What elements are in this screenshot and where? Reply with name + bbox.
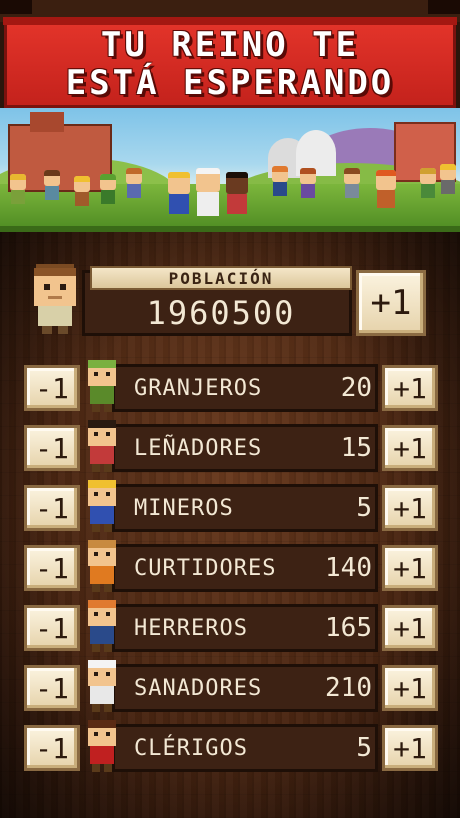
plus-button[interactable]: +1 <box>382 365 438 411</box>
worker-count: 15 <box>340 433 372 463</box>
population-plus-button[interactable]: +1 <box>356 270 426 336</box>
minus-button[interactable]: -1 <box>24 365 80 411</box>
villager <box>74 176 90 206</box>
plus-button[interactable]: +1 <box>382 425 438 471</box>
banner-title: TU REINO TE ESTÁ ESPERANDO <box>7 23 453 105</box>
worker-label: SANADORES <box>134 675 263 701</box>
worker-count: 140 <box>325 553 372 583</box>
worker-avatar <box>84 538 120 594</box>
worker-label: CURTIDORES <box>134 555 277 581</box>
villager <box>300 168 316 198</box>
villager <box>100 174 116 204</box>
villager <box>196 168 220 216</box>
worker-label: GRANJEROS <box>134 375 263 401</box>
plus-button[interactable]: +1 <box>382 605 438 651</box>
worker-label: MINEROS <box>134 495 234 521</box>
worker-avatar <box>84 358 120 414</box>
worker-count: 5 <box>356 493 372 523</box>
population-label: POBLACIÓN <box>168 268 274 288</box>
minus-button[interactable]: -1 <box>24 545 80 591</box>
banner-line-1: TU REINO TE <box>100 25 360 65</box>
minus-button[interactable]: -1 <box>24 485 80 531</box>
villager <box>376 170 396 208</box>
plus-button[interactable]: +1 <box>382 545 438 591</box>
plus-button[interactable]: +1 <box>382 725 438 771</box>
minus-button[interactable]: -1 <box>24 665 80 711</box>
worker-label: HERREROS <box>134 615 248 641</box>
villager <box>344 168 360 198</box>
minus-button[interactable]: -1 <box>24 605 80 651</box>
plus-button[interactable]: +1 <box>382 665 438 711</box>
worker-count: 20 <box>340 373 372 403</box>
worker-label: CLÉRIGOS <box>134 735 248 761</box>
worker-avatar <box>84 658 120 714</box>
villager <box>226 172 248 214</box>
population-value: 1960500 <box>146 294 296 332</box>
title-banner: TU REINO TE ESTÁ ESPERANDO <box>3 17 457 108</box>
worker-count: 210 <box>325 673 372 703</box>
villager <box>10 174 26 204</box>
villager <box>168 172 190 214</box>
worker-avatar <box>84 478 120 534</box>
castle-tower <box>30 112 64 132</box>
worker-avatar <box>84 598 120 654</box>
worker-avatar <box>84 418 120 474</box>
worker-count: 5 <box>356 733 372 763</box>
villager <box>126 168 142 198</box>
worker-label: LEÑADORES <box>134 435 263 461</box>
minus-button[interactable]: -1 <box>24 425 80 471</box>
corner-decoration <box>0 0 32 14</box>
corner-decoration <box>428 0 460 14</box>
villager <box>440 164 456 194</box>
worker-avatar <box>84 718 120 774</box>
villager <box>420 168 436 198</box>
banner-line-2: ESTÁ ESPERANDO <box>65 63 395 103</box>
villager <box>44 170 60 200</box>
villager <box>272 166 288 196</box>
village-scene <box>0 108 460 232</box>
minus-button[interactable]: -1 <box>24 725 80 771</box>
worker-count: 165 <box>325 613 372 643</box>
population-avatar <box>30 262 80 336</box>
plus-button[interactable]: +1 <box>382 485 438 531</box>
